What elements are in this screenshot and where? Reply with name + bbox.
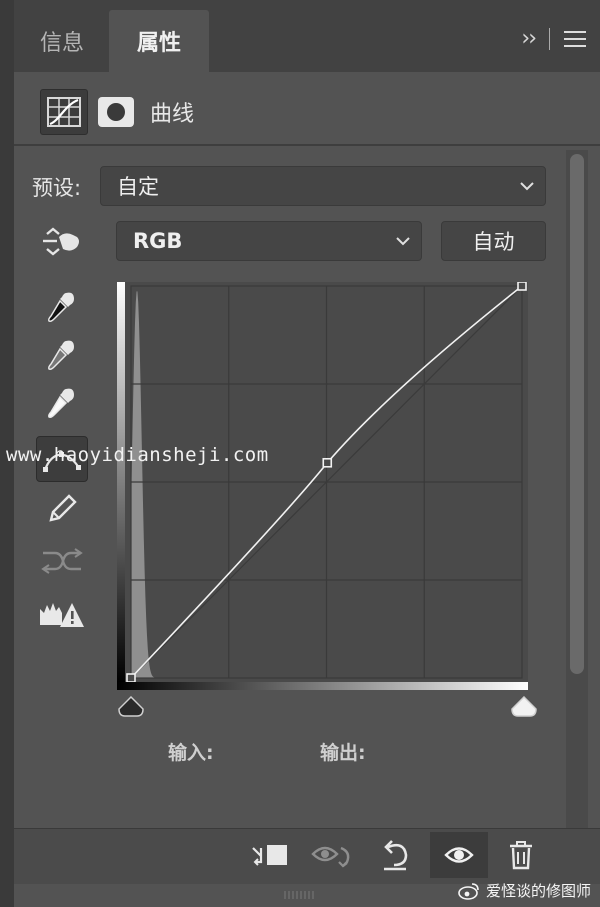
hamburger-menu-icon[interactable] bbox=[564, 30, 586, 47]
white-input-slider[interactable] bbox=[510, 696, 538, 718]
black-input-slider[interactable] bbox=[117, 696, 145, 718]
curves-adjustment-icon[interactable] bbox=[40, 89, 88, 135]
preset-value: 自定 bbox=[117, 175, 159, 199]
adjustment-header: 曲线 bbox=[40, 88, 194, 136]
curve-graph[interactable] bbox=[117, 282, 528, 682]
credit-watermark: 爱怪谈的修图师 bbox=[458, 880, 591, 901]
scrollbar-thumb[interactable] bbox=[570, 154, 584, 674]
smooth-curve-icon[interactable] bbox=[36, 538, 88, 584]
trash-icon[interactable] bbox=[496, 832, 546, 878]
curve-point[interactable] bbox=[322, 457, 333, 468]
double-chevron-right-icon[interactable]: ›› bbox=[521, 26, 537, 51]
watermark-text: www.haoyidiansheji.com bbox=[6, 444, 269, 466]
white-point-eyedropper-icon[interactable] bbox=[36, 380, 88, 426]
on-image-adjust-hand-icon[interactable] bbox=[36, 218, 88, 264]
black-point-eyedropper-icon[interactable] bbox=[36, 284, 88, 330]
chevron-down-icon bbox=[520, 182, 534, 191]
curve-point[interactable] bbox=[517, 282, 527, 291]
resize-grip[interactable] bbox=[284, 884, 320, 899]
input-gradient-bar bbox=[117, 682, 528, 690]
auto-button[interactable]: 自动 bbox=[441, 221, 546, 261]
header-divider bbox=[14, 144, 600, 146]
output-label: 输出: bbox=[320, 742, 366, 764]
layer-mask-icon[interactable] bbox=[98, 97, 134, 127]
separator bbox=[549, 27, 550, 50]
credit-text: 爱怪谈的修图师 bbox=[486, 882, 592, 900]
tab-properties[interactable]: 属性 bbox=[109, 10, 209, 72]
adjustment-title: 曲线 bbox=[150, 102, 195, 127]
preset-label: 预设: bbox=[32, 176, 82, 200]
chevron-down-icon bbox=[396, 237, 410, 246]
input-label: 输入: bbox=[168, 742, 214, 764]
panel-actions: ›› bbox=[521, 26, 586, 51]
preset-dropdown[interactable]: 自定 bbox=[100, 166, 546, 206]
view-previous-state-icon[interactable] bbox=[308, 832, 358, 878]
weibo-icon bbox=[458, 882, 479, 900]
gray-point-eyedropper-icon[interactable] bbox=[36, 332, 88, 378]
output-gradient-bar bbox=[117, 282, 125, 682]
pencil-draw-icon[interactable] bbox=[36, 486, 88, 532]
tab-info[interactable]: 信息 bbox=[22, 10, 102, 72]
clip-to-layer-icon[interactable] bbox=[244, 832, 294, 878]
eye-visibility-icon[interactable] bbox=[430, 832, 488, 878]
curve-point[interactable] bbox=[126, 673, 136, 682]
channel-dropdown[interactable]: RGB bbox=[116, 221, 422, 261]
channel-value: RGB bbox=[133, 229, 183, 253]
clipping-warning-icon[interactable] bbox=[36, 592, 88, 638]
reset-icon[interactable] bbox=[370, 832, 420, 878]
